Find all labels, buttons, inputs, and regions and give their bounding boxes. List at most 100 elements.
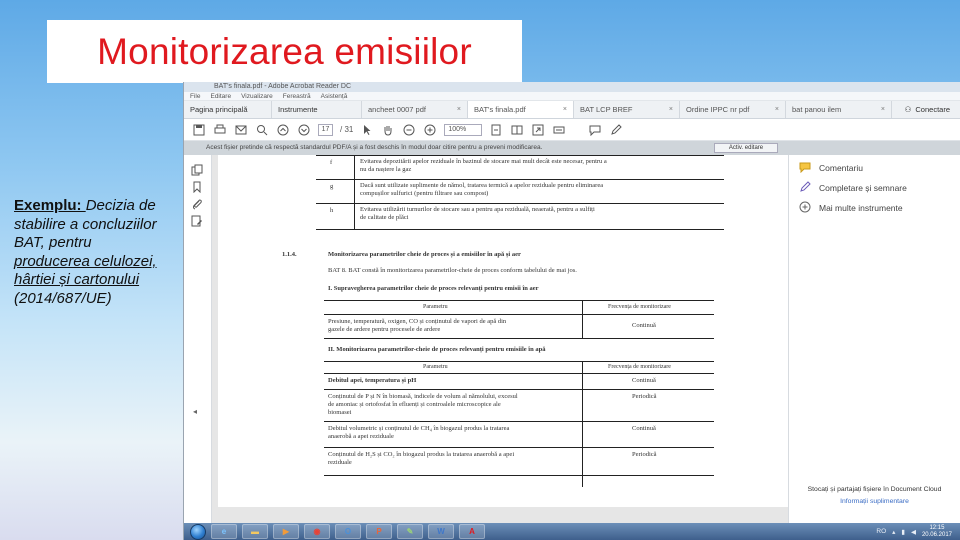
save-icon[interactable] [192, 124, 206, 136]
clock-date: 20.06.2017 [921, 531, 952, 538]
tools-right-panel: Comentariu Completare și semnare Mai mul… [788, 155, 960, 523]
bookmark-icon[interactable] [191, 180, 203, 194]
table-cell: anaerobă a apei reziduale [328, 433, 394, 440]
network-icon[interactable]: ▮ [901, 528, 905, 536]
menu-item[interactable]: Fereastră [283, 92, 311, 100]
fill-sign-tool[interactable]: Completare și semnare [799, 181, 907, 195]
email-icon[interactable] [234, 124, 248, 136]
table-cell: Conținutul de P și N în biomasă, indicel… [328, 393, 518, 400]
signature-panel-icon[interactable] [191, 214, 203, 227]
tab-label: BAT LCP BREF [580, 105, 633, 114]
table-header: Frecvența de monitorizare [608, 364, 671, 370]
menu-item[interactable]: File [190, 92, 200, 100]
tab-doc[interactable]: bat panou ilem × [786, 101, 892, 118]
powerpoint-icon[interactable]: P [366, 524, 392, 539]
search-icon[interactable] [255, 124, 269, 136]
comment-tool[interactable]: Comentariu [799, 161, 863, 175]
tray-up-arrow-icon[interactable]: ▴ [892, 528, 895, 536]
windows-taskbar: e ▬ ▶ ◉ O P ✎ W A RO ▴ ▮ ◀ 12:15 20.06.2… [184, 523, 960, 540]
document-viewport[interactable]: f Evitarea depozitării apelor reziduale … [212, 155, 788, 523]
pen-sign-icon [799, 181, 811, 195]
section-number: 1.1.4. [282, 251, 297, 258]
subsection-water: II. Monitorizarea parametrilor-cheie de … [328, 346, 546, 353]
start-button-icon[interactable] [190, 523, 206, 540]
tab-home[interactable]: Pagina principală [184, 101, 272, 118]
more-tools[interactable]: Mai multe instrumente [799, 201, 903, 215]
page-number-input[interactable]: 17 [318, 123, 333, 136]
media-player-icon[interactable]: ▶ [273, 524, 299, 539]
close-icon[interactable]: × [563, 106, 567, 113]
tab-label: Instrumente [278, 105, 318, 114]
row-letter: h [330, 207, 334, 214]
page-thumbnails-icon[interactable] [191, 163, 203, 176]
tab-doc[interactable]: ancheet 0007 pdf × [362, 101, 468, 118]
slide-caption: Exemplu: Decizia de stabilire a concluzi… [14, 197, 170, 308]
system-tray: RO ▴ ▮ ◀ 12:15 20.06.2017 [876, 525, 960, 539]
pen-icon[interactable] [609, 123, 623, 136]
zoom-out-icon[interactable] [402, 124, 416, 136]
connect-label: Conectare [915, 105, 950, 114]
document-cloud-promo: Stocați și partajați fișiere în Document… [797, 485, 952, 506]
tab-doc-active[interactable]: BAT's finala.pdf × [468, 101, 574, 118]
tool-label: Comentariu [819, 163, 863, 173]
comment-icon[interactable] [588, 124, 602, 136]
explorer-folder-icon[interactable]: ▬ [242, 524, 268, 539]
language-indicator[interactable]: RO [876, 528, 886, 535]
collapse-panel-icon[interactable]: ◂ [193, 407, 205, 419]
scroll-mode-icon[interactable] [510, 124, 524, 136]
left-navigation-rail: ◂ [184, 155, 212, 523]
table-header: Parametru [423, 304, 448, 310]
tab-doc[interactable]: BAT LCP BREF × [574, 101, 680, 118]
tab-label: bat panou ilem [792, 105, 842, 114]
cloud-link[interactable]: Informații suplimentare [797, 497, 952, 506]
enable-editing-button[interactable]: Activ. editare [714, 143, 778, 153]
slide-title: Monitorizarea emisiilor [97, 30, 472, 72]
page-total: / 31 [340, 125, 354, 134]
row-text: Dacă sunt utilizate suplimente de nămol,… [360, 182, 604, 189]
select-arrow-icon[interactable] [360, 124, 374, 136]
acrobat-icon[interactable]: A [459, 524, 485, 539]
close-icon[interactable]: × [881, 106, 885, 113]
close-icon[interactable]: × [775, 106, 779, 113]
user-icon: ⚇ [904, 105, 912, 114]
caption-lead: Exemplu: [14, 197, 86, 214]
caption-part2: (2014/687/UE) [14, 289, 112, 307]
tab-label: Pagina principală [190, 105, 248, 114]
zoom-in-icon[interactable] [423, 124, 437, 136]
ie-icon[interactable]: e [211, 524, 237, 539]
outlook-icon[interactable]: O [335, 524, 361, 539]
table-cell-frequency: Periodică [632, 393, 657, 400]
clock[interactable]: 12:15 20.06.2017 [922, 525, 952, 539]
hand-icon[interactable] [381, 124, 395, 136]
close-icon[interactable]: × [669, 106, 673, 113]
menu-item[interactable]: Asistență [321, 92, 348, 100]
slide-title-box: Monitorizarea emisiilor [47, 20, 522, 83]
subsection-air: I. Supravegherea parametrilor cheie de p… [328, 285, 539, 292]
close-icon[interactable]: × [457, 106, 461, 113]
menu-item[interactable]: Editare [210, 92, 231, 100]
row-text: compușilor sulfurici (pentru filtrare sa… [360, 190, 489, 197]
table-cell-frequency: Continuă [632, 425, 656, 432]
menu-item[interactable]: Vizualizare [241, 92, 273, 100]
page-up-icon[interactable] [276, 124, 290, 136]
row-text: Evitarea depozitării apelor reziduale în… [360, 158, 607, 165]
paint-icon[interactable]: ✎ [397, 524, 423, 539]
zoom-select[interactable]: 100% [444, 123, 483, 136]
word-icon[interactable]: W [428, 524, 454, 539]
keyboard-icon[interactable] [552, 124, 566, 136]
chrome-icon[interactable]: ◉ [304, 524, 330, 539]
tab-label: Ordine IPPC nr pdf [686, 105, 750, 114]
table-cell-frequency: Continuă [632, 377, 656, 384]
tab-doc[interactable]: Ordine IPPC nr pdf × [680, 101, 786, 118]
attachment-icon[interactable] [191, 197, 203, 210]
tab-tools[interactable]: Instrumente [272, 101, 362, 118]
page-down-icon[interactable] [297, 124, 311, 136]
fit-page-icon[interactable] [489, 124, 503, 136]
tab-label: ancheet 0007 pdf [368, 105, 426, 114]
print-icon[interactable] [213, 124, 227, 136]
fullscreen-icon[interactable] [531, 124, 545, 136]
connect-button[interactable]: ⚇ Conectare [895, 101, 960, 118]
menu-bar: File Editare Vizualizare Fereastră Asist… [184, 92, 960, 101]
volume-icon[interactable]: ◀ [911, 528, 916, 536]
acrobat-window: BAT's finala.pdf - Adobe Acrobat Reader … [183, 82, 960, 540]
